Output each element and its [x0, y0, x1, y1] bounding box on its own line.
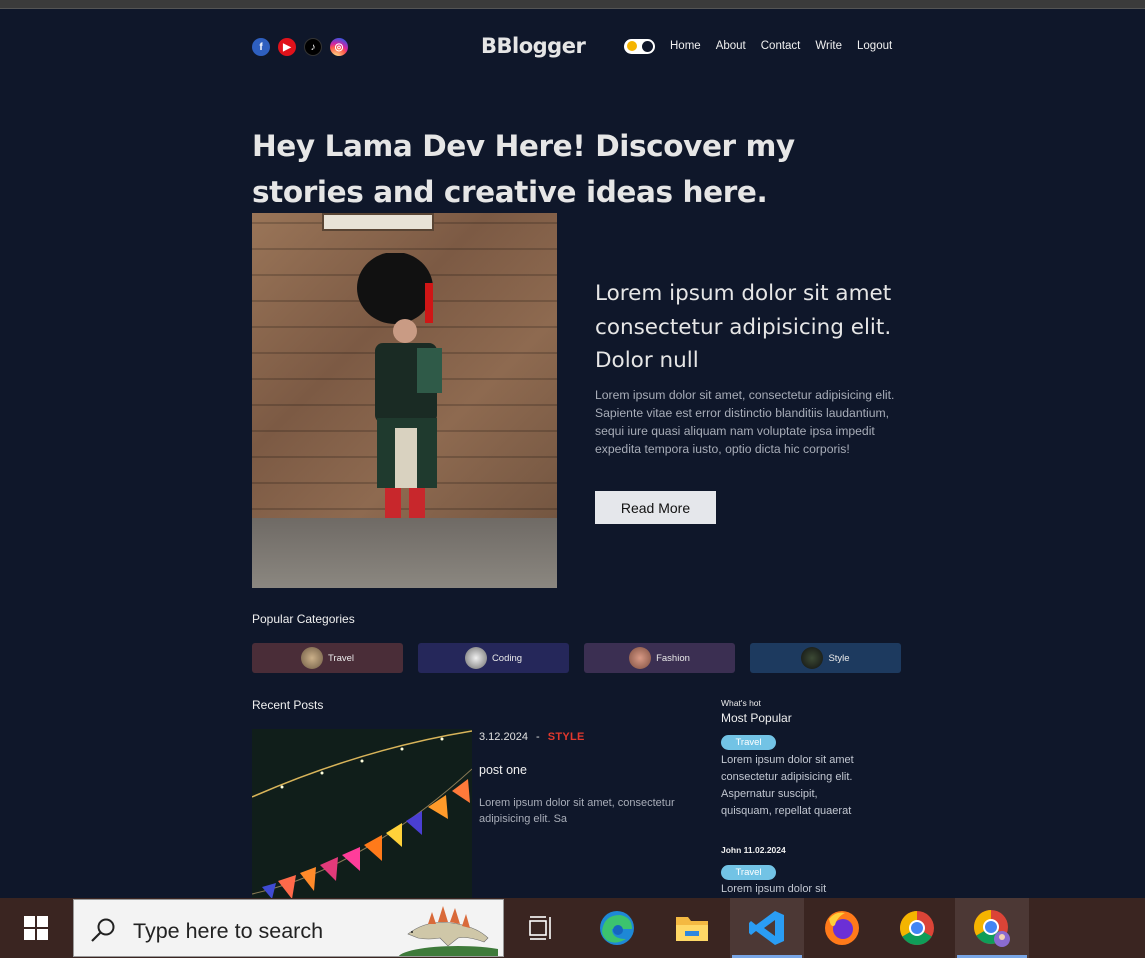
- category-label: Coding: [491, 652, 523, 664]
- popular-tag[interactable]: Travel: [721, 735, 776, 750]
- nav-write[interactable]: Write: [815, 40, 842, 52]
- category-avatar: [300, 647, 323, 669]
- browser-top-strip: [0, 0, 1145, 9]
- category-label: Travel: [327, 652, 355, 664]
- post-description: Lorem ipsum dolor sit amet, consectetur …: [479, 797, 675, 825]
- popular-description[interactable]: Lorem ipsum dolor sit: [721, 881, 871, 898]
- vscode-icon: [749, 911, 784, 945]
- firefox-icon: [825, 911, 859, 945]
- task-view-icon: [529, 916, 551, 940]
- edge-icon: [600, 911, 634, 945]
- read-more-button[interactable]: Read More: [595, 491, 716, 524]
- category-label: Style: [828, 652, 850, 664]
- nav-about[interactable]: About: [716, 40, 746, 52]
- post-image[interactable]: [252, 729, 472, 899]
- category-coding[interactable]: Coding: [418, 643, 569, 673]
- facebook-icon[interactable]: f: [252, 38, 270, 56]
- vscode-button[interactable]: [730, 898, 804, 958]
- most-popular-title: Most Popular: [721, 711, 792, 725]
- file-explorer-button[interactable]: [655, 898, 729, 958]
- nav-contact[interactable]: Contact: [761, 40, 801, 52]
- whats-hot-subtitle: What's hot: [721, 698, 761, 708]
- windows-icon: [24, 916, 48, 940]
- featured-description: Lorem ipsum dolor sit amet, consectetur …: [595, 388, 895, 456]
- post-category[interactable]: STYLE: [548, 731, 585, 743]
- post-meta: 3.12.2024 - STYLE: [479, 731, 585, 743]
- category-avatar: [464, 647, 487, 669]
- featured-image: [252, 213, 557, 588]
- hero-title: Hey Lama Dev Here! Discover my stories a…: [252, 123, 892, 215]
- moon-icon: [627, 41, 637, 51]
- post-title[interactable]: post one: [479, 763, 527, 777]
- category-travel[interactable]: Travel: [252, 643, 403, 673]
- popular-categories-heading: Popular Categories: [252, 612, 355, 626]
- popular-author-date: John 11.02.2024: [721, 845, 786, 855]
- nav-logout[interactable]: Logout: [857, 40, 892, 52]
- taskbar-search-box[interactable]: Type here to search: [73, 899, 504, 957]
- bagpiper-figure: [357, 253, 442, 549]
- bunting-illustration: [252, 730, 472, 899]
- category-avatar: [801, 647, 824, 669]
- theme-toggle[interactable]: [624, 39, 655, 54]
- category-list: Travel Coding Fashion Style: [252, 643, 901, 673]
- chrome-button[interactable]: [880, 898, 954, 958]
- post-meta-separator: -: [536, 731, 540, 743]
- category-avatar: [629, 647, 652, 669]
- category-fashion[interactable]: Fashion: [584, 643, 735, 673]
- hero-title-bold: Hey Lama Dev Here!: [252, 129, 586, 163]
- windows-taskbar: Type here to search: [0, 898, 1145, 958]
- file-explorer-icon: [676, 917, 708, 941]
- popular-description[interactable]: Lorem ipsum dolor sit amet consectetur a…: [721, 752, 869, 820]
- youtube-icon[interactable]: ▶: [278, 38, 296, 56]
- chrome-profile-icon: [974, 910, 1010, 947]
- chrome-profile-button[interactable]: [955, 898, 1029, 958]
- social-links: f ▶ ♪ ◎: [252, 38, 348, 56]
- search-placeholder: Type here to search: [133, 919, 324, 943]
- task-view-button[interactable]: [504, 898, 578, 958]
- firefox-button[interactable]: [805, 898, 879, 958]
- edge-button[interactable]: [580, 898, 654, 958]
- popular-tag[interactable]: Travel: [721, 865, 776, 880]
- category-label: Fashion: [656, 652, 690, 664]
- main-nav: Home About Contact Write Logout: [670, 40, 892, 52]
- toggle-knob: [642, 41, 653, 52]
- category-style[interactable]: Style: [750, 643, 901, 673]
- pavement: [252, 518, 557, 588]
- stegosaurus-illustration: [398, 906, 498, 956]
- recent-posts-heading: Recent Posts: [252, 698, 324, 712]
- tiktok-icon[interactable]: ♪: [304, 38, 322, 56]
- instagram-icon[interactable]: ◎: [330, 38, 348, 56]
- start-button[interactable]: [0, 898, 72, 958]
- chrome-icon: [900, 911, 934, 945]
- featured-title: Lorem ipsum dolor sit amet consectetur a…: [595, 281, 892, 373]
- search-icon: [91, 918, 115, 942]
- post-date: 3.12.2024: [479, 731, 528, 743]
- nav-home[interactable]: Home: [670, 40, 701, 52]
- site-logo[interactable]: BBlogger: [481, 34, 586, 58]
- wall-sign: [322, 213, 434, 231]
